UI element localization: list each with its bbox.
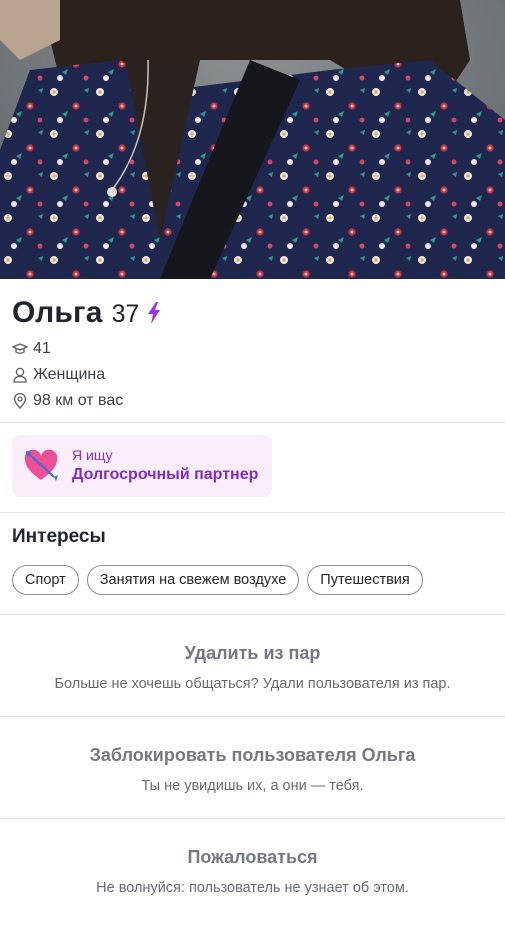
profile-name: Ольга	[12, 296, 103, 329]
block-title: Заблокировать пользователя Ольга	[89, 745, 416, 765]
profile-header: Ольга 37	[12, 296, 161, 332]
unmatch-subtitle: Больше не хочешь общаться? Удали пользов…	[54, 676, 451, 692]
heart-with-arrow-icon	[22, 447, 60, 485]
gender-row: Женщина	[12, 365, 105, 385]
report-button[interactable]: Пожаловаться Не волнуйся: пользователь н…	[0, 847, 505, 896]
education-row: 41	[12, 339, 51, 359]
graduation-cap-icon	[12, 341, 28, 357]
interest-chip-sport[interactable]: Спорт	[12, 565, 79, 595]
report-subtitle: Не волнуйся: пользователь не узнает об э…	[96, 880, 409, 896]
person-icon	[12, 367, 28, 383]
divider	[0, 512, 505, 513]
interests-list: Спорт Занятия на свежем воздухе Путешест…	[12, 565, 431, 595]
education-value: 41	[33, 340, 51, 357]
divider	[0, 422, 505, 423]
looking-for-card: Я ищу Долгосрочный партнер	[12, 435, 272, 497]
divider	[0, 614, 505, 615]
unmatch-button[interactable]: Удалить из пар Больше не хочешь общаться…	[0, 643, 505, 692]
profile-photo[interactable]	[0, 0, 505, 279]
gender-value: Женщина	[33, 366, 106, 383]
looking-for-label: Я ищу	[72, 447, 113, 463]
distance-row: 98 км от вас	[12, 391, 123, 411]
interests-title: Интересы	[12, 526, 106, 547]
location-pin-icon	[12, 393, 28, 409]
looking-for-value: Долгосрочный партнер	[72, 466, 259, 483]
profile-age: 37	[111, 300, 140, 328]
interest-chip-outdoors[interactable]: Занятия на свежем воздухе	[86, 565, 300, 595]
block-user-button[interactable]: Заблокировать пользователя Ольга Ты не у…	[0, 745, 505, 794]
unmatch-title: Удалить из пар	[184, 643, 321, 663]
report-title: Пожаловаться	[187, 847, 318, 867]
block-subtitle: Ты не увидишь их, а они — тебя.	[141, 778, 364, 794]
divider	[0, 818, 505, 819]
interest-chip-travel[interactable]: Путешествия	[307, 565, 423, 595]
distance-value: 98 км от вас	[33, 392, 124, 409]
divider	[0, 716, 505, 717]
lightning-bolt-icon	[147, 302, 161, 329]
